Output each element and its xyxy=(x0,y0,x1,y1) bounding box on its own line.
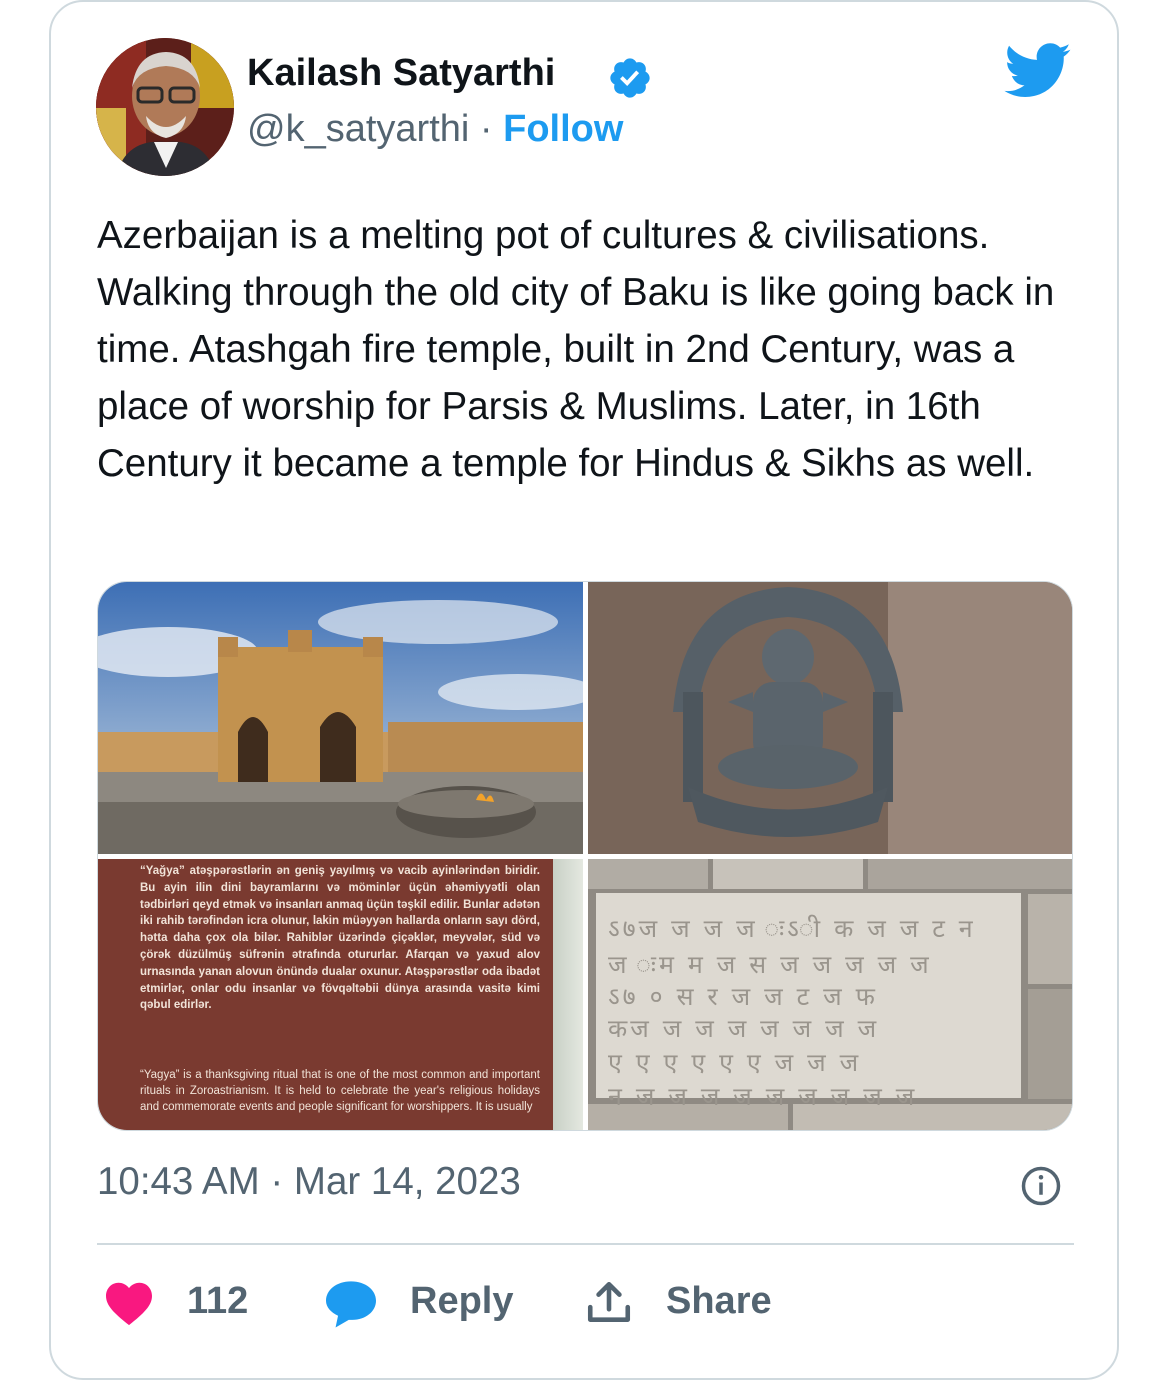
verified-badge-icon xyxy=(610,58,650,98)
reply-button[interactable]: Reply xyxy=(410,1280,513,1323)
author-avatar[interactable] xyxy=(96,38,234,176)
divider xyxy=(97,1243,1074,1245)
avatar-photo xyxy=(96,38,234,176)
tweet-time: 10:43 AM xyxy=(97,1160,260,1203)
media-grid: “Yağya” atəşpərəstlərin ən geniş yayılmı… xyxy=(97,581,1073,1131)
share-button[interactable]: Share xyxy=(666,1280,772,1323)
sign-text-azerbaijani: “Yağya” atəşpərəstlərin ən geniş yayılmı… xyxy=(140,865,540,1012)
carved-deity-photo[interactable] xyxy=(588,582,1072,854)
timestamp-separator: · xyxy=(270,1160,284,1203)
tweet-text: Azerbaijan is a melting pot of cultures … xyxy=(97,214,1055,485)
inscription-stone-photo[interactable]: ऽ७ज ज ज ज ःऽी क ज ज ट न ज ःम म ज स ज ज ज… xyxy=(588,859,1072,1130)
action-bar: 112 Reply Share xyxy=(0,1270,1169,1334)
tweet-date: Mar 14, 2023 xyxy=(293,1160,521,1203)
info-icon[interactable] xyxy=(1020,1165,1062,1207)
information-sign-photo[interactable]: “Yağya” atəşpərəstlərin ən geniş yayılmı… xyxy=(98,859,583,1130)
speech-bubble-icon[interactable] xyxy=(323,1278,379,1328)
twitter-bird-icon[interactable] xyxy=(1004,43,1072,99)
author-name[interactable]: Kailash Satyarthi xyxy=(247,52,555,95)
tweet-timestamp[interactable]: 10:43 AM · Mar 14, 2023 xyxy=(97,1160,521,1204)
sign-text-english: “Yagya” is a thanksgiving ritual that is… xyxy=(140,1069,540,1113)
author-handle[interactable]: @k_satyarthi xyxy=(247,108,469,150)
fire-temple-photo[interactable] xyxy=(98,582,583,854)
share-upload-icon[interactable] xyxy=(583,1278,635,1328)
like-count[interactable]: 112 xyxy=(187,1280,248,1323)
author-handle-row: @k_satyarthi · Follow xyxy=(247,108,623,151)
separator-dot: · xyxy=(479,108,493,150)
heart-icon[interactable] xyxy=(103,1280,155,1326)
follow-button[interactable]: Follow xyxy=(503,108,623,150)
